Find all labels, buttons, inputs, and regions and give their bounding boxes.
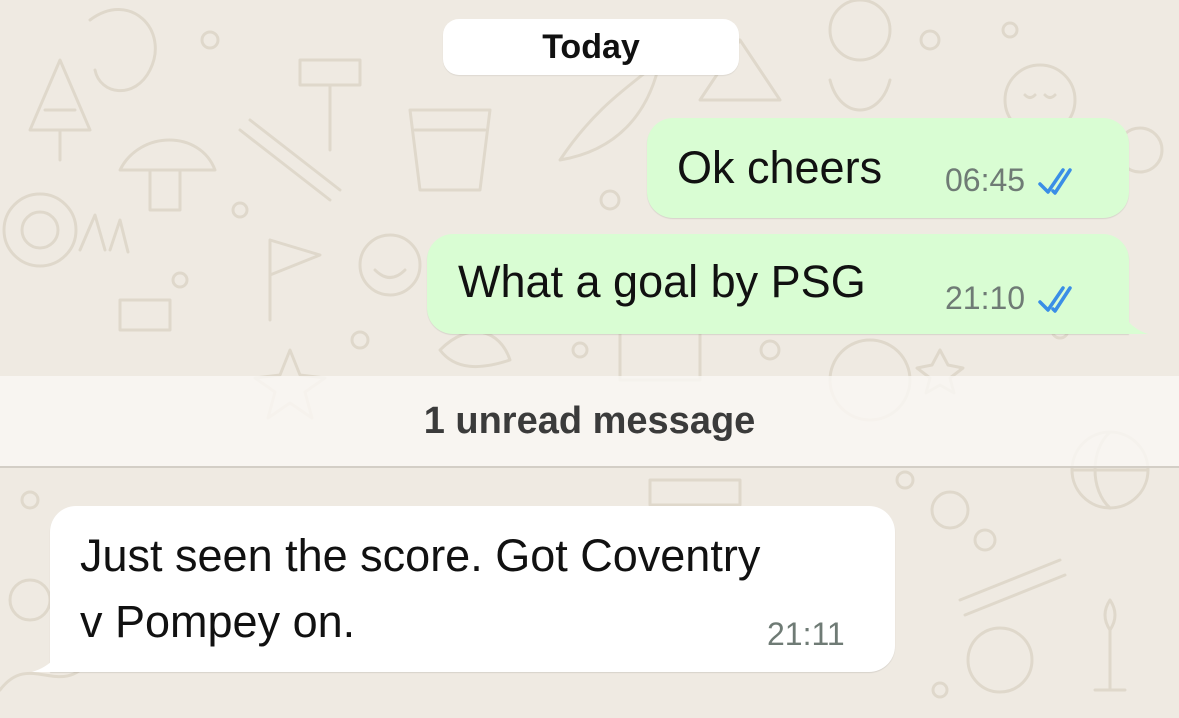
double-check-read-icon [1038, 167, 1072, 195]
message-bubble-outgoing[interactable]: What a goal by PSG 21:10 [427, 234, 1129, 334]
bubble-tail-incoming [32, 638, 64, 672]
message-text-line-2: v Pompey on. [80, 596, 356, 647]
date-divider: Today [443, 19, 739, 75]
message-timestamp: 06:45 [945, 162, 1026, 198]
message-text-line-1: Just seen the score. Got Coventry [80, 530, 761, 581]
message-text: What a goal by PSG [458, 256, 866, 307]
message-meta: 21:10 [945, 280, 1083, 317]
date-divider-label: Today [542, 27, 640, 66]
unread-messages-divider: 1 unread message [0, 376, 1179, 468]
message-text: Ok cheers [677, 142, 883, 193]
message-meta: 21:11 [767, 616, 845, 653]
message-meta: 06:45 [945, 162, 1083, 199]
message-timestamp: 21:11 [767, 616, 845, 652]
message-timestamp: 21:10 [945, 280, 1026, 316]
message-bubble-incoming[interactable]: Just seen the score. Got Coventry v Pomp… [50, 506, 895, 672]
unread-divider-label: 1 unread message [423, 399, 756, 442]
bubble-tail-outgoing [1118, 300, 1148, 334]
double-check-read-icon [1038, 285, 1072, 313]
message-bubble-outgoing[interactable]: Ok cheers 06:45 [647, 118, 1129, 218]
